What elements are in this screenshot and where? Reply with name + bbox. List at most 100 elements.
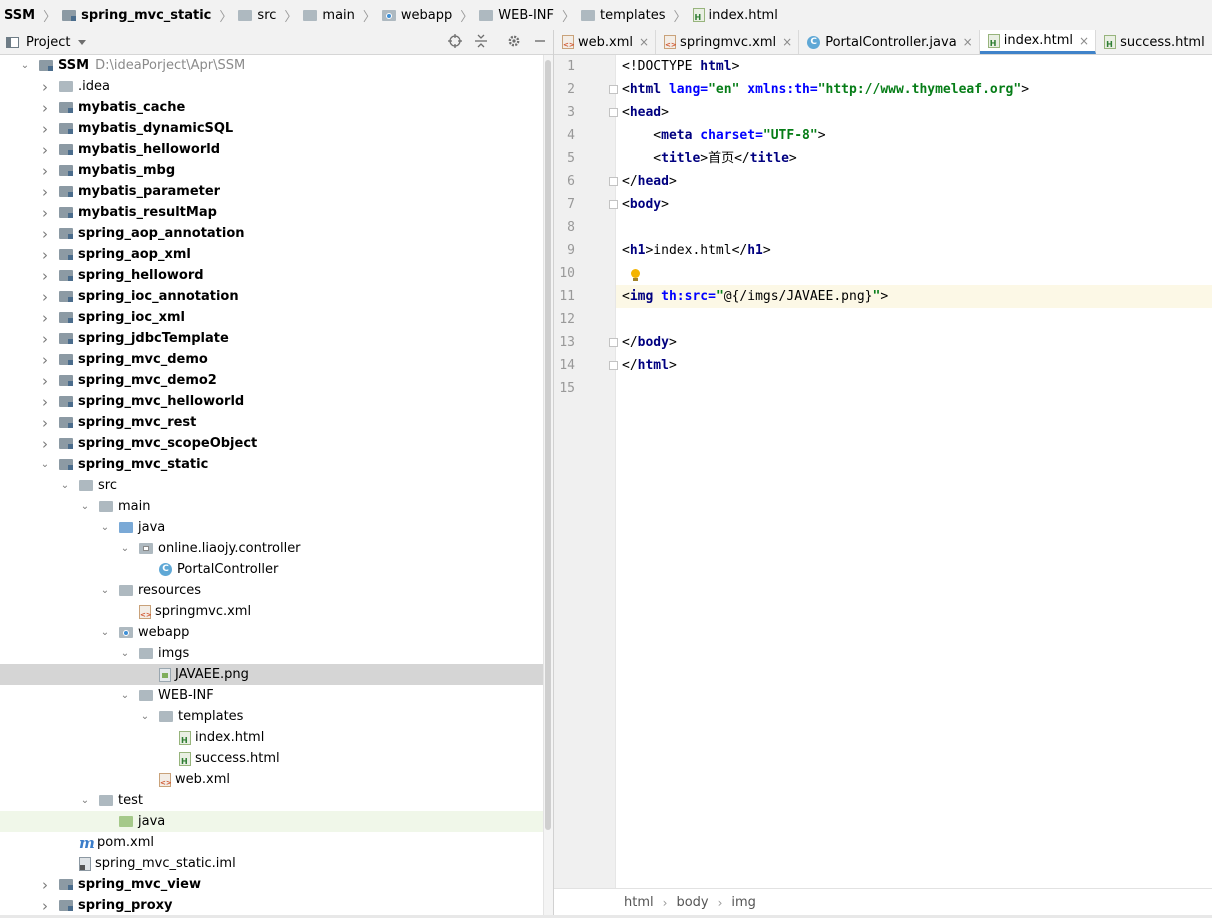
locate-icon[interactable] [447, 33, 463, 49]
chevron-down-icon[interactable]: ⌄ [120, 543, 130, 554]
chevron-down-icon[interactable]: ⌄ [100, 522, 110, 533]
breadcrumb-item[interactable]: webapp [378, 0, 456, 30]
tree-item[interactable]: › spring_mvc_rest [0, 412, 543, 433]
chevron-right-icon[interactable]: › [40, 225, 50, 243]
tree-item[interactable]: › spring_ioc_annotation [0, 286, 543, 307]
chevron-down-icon[interactable]: ⌄ [60, 480, 70, 491]
breadcrumb-item[interactable]: main [299, 0, 358, 30]
tree-item[interactable]: m pom.xml [0, 832, 543, 853]
tree-scrollbar-thumb[interactable] [545, 60, 551, 830]
tree-item[interactable]: index.html [0, 727, 543, 748]
fold-marker-icon[interactable] [609, 177, 618, 186]
breadcrumb-item[interactable]: src [234, 0, 280, 30]
project-tree[interactable]: ⌄ SSM D:\ideaPorject\Apr\SSM › .idea › mybatis… [0, 55, 543, 918]
tree-item[interactable]: › spring_mvc_scopeObject [0, 433, 543, 454]
editor-tab[interactable]: web.xml × [554, 30, 657, 54]
tree-item[interactable]: › mybatis_parameter [0, 181, 543, 202]
chevron-down-icon[interactable]: ⌄ [120, 690, 130, 701]
breadcrumb-item[interactable]: templates [577, 0, 669, 30]
tree-item[interactable]: springmvc.xml [0, 601, 543, 622]
project-view-selector[interactable]: Project [6, 35, 87, 50]
status-breadcrumb-item[interactable]: body [676, 895, 708, 910]
chevron-right-icon[interactable]: › [40, 246, 50, 264]
chevron-down-icon[interactable]: ⌄ [40, 459, 50, 470]
tree-item[interactable]: › mybatis_resultMap [0, 202, 543, 223]
chevron-right-icon[interactable]: › [40, 351, 50, 369]
chevron-right-icon[interactable]: › [40, 372, 50, 390]
tree-item[interactable]: spring_mvc_static.iml [0, 853, 543, 874]
breadcrumb-item[interactable]: spring_mvc_static [58, 0, 215, 30]
chevron-right-icon[interactable]: › [40, 99, 50, 117]
tree-item[interactable]: web.xml [0, 769, 543, 790]
tree-item[interactable]: ⌄ spring_mvc_static [0, 454, 543, 475]
tree-item[interactable]: ⌄ online.liaojy.controller [0, 538, 543, 559]
chevron-right-icon[interactable]: › [40, 435, 50, 453]
tree-item[interactable]: ⌄ main [0, 496, 543, 517]
fold-marker-icon[interactable] [609, 338, 618, 347]
chevron-right-icon[interactable]: › [40, 309, 50, 327]
editor-tab[interactable]: springmvc.xml × [656, 30, 800, 54]
editor-tab[interactable]: success.html× [1096, 30, 1212, 54]
tree-item[interactable]: ⌄ java [0, 517, 543, 538]
gear-icon[interactable] [506, 33, 522, 49]
chevron-right-icon[interactable]: › [40, 267, 50, 285]
editor-tab[interactable]: index.html × [979, 30, 1097, 54]
tree-item[interactable]: › spring_mvc_demo [0, 349, 543, 370]
chevron-right-icon[interactable]: › [40, 288, 50, 306]
tree-item[interactable]: JAVAEE.png [0, 664, 543, 685]
tree-item[interactable]: › spring_mvc_helloworld [0, 391, 543, 412]
breadcrumb-item[interactable]: SSM [0, 0, 39, 30]
tree-item[interactable]: › spring_mvc_demo2 [0, 370, 543, 391]
breadcrumb-item[interactable]: index.html [689, 0, 782, 30]
tree-item[interactable]: › mybatis_helloworld [0, 139, 543, 160]
chevron-right-icon[interactable]: › [40, 876, 50, 894]
breadcrumb-item[interactable]: WEB-INF [475, 0, 558, 30]
chevron-right-icon[interactable]: › [40, 204, 50, 222]
tree-item[interactable]: › spring_aop_xml [0, 244, 543, 265]
collapse-all-icon[interactable] [473, 33, 489, 49]
chevron-right-icon[interactable]: › [40, 330, 50, 348]
tree-item[interactable]: ⌄ SSM D:\ideaPorject\Apr\SSM [0, 55, 543, 76]
tree-item[interactable]: › mybatis_mbg [0, 160, 543, 181]
chevron-right-icon[interactable]: › [40, 414, 50, 432]
tree-item[interactable]: ⌄ src [0, 475, 543, 496]
chevron-down-icon[interactable]: ⌄ [100, 585, 110, 596]
chevron-right-icon[interactable]: › [40, 162, 50, 180]
status-breadcrumb-item[interactable]: img [731, 895, 756, 910]
tree-item[interactable]: java [0, 811, 543, 832]
intention-bulb-icon[interactable] [630, 269, 641, 283]
chevron-right-icon[interactable]: › [40, 897, 50, 915]
tree-item[interactable]: ⌄ imgs [0, 643, 543, 664]
tree-item[interactable]: › spring_mvc_view [0, 874, 543, 895]
chevron-right-icon[interactable]: › [40, 120, 50, 138]
status-breadcrumb-item[interactable]: html [624, 895, 654, 910]
chevron-right-icon[interactable]: › [40, 141, 50, 159]
tree-item[interactable]: › mybatis_dynamicSQL [0, 118, 543, 139]
tree-item[interactable]: ⌄ resources [0, 580, 543, 601]
chevron-down-icon[interactable]: ⌄ [80, 501, 90, 512]
tree-item[interactable]: ⌄ webapp [0, 622, 543, 643]
tree-item[interactable]: success.html [0, 748, 543, 769]
fold-marker-icon[interactable] [609, 200, 618, 209]
tree-item[interactable]: › spring_ioc_xml [0, 307, 543, 328]
close-icon[interactable]: × [1079, 34, 1089, 48]
chevron-down-icon[interactable]: ⌄ [20, 60, 30, 71]
tree-item[interactable]: C PortalController [0, 559, 543, 580]
tree-item[interactable]: ⌄ test [0, 790, 543, 811]
chevron-right-icon[interactable]: › [40, 393, 50, 411]
chevron-right-icon[interactable]: › [40, 183, 50, 201]
minimize-icon[interactable] [532, 33, 548, 49]
editor-tab[interactable]: C PortalController.java × [799, 30, 980, 54]
chevron-down-icon[interactable]: ⌄ [120, 648, 130, 659]
tree-item[interactable]: › spring_jdbcTemplate [0, 328, 543, 349]
fold-marker-icon[interactable] [609, 108, 618, 117]
chevron-down-icon[interactable]: ⌄ [100, 627, 110, 638]
tree-item[interactable]: ⌄ templates [0, 706, 543, 727]
close-icon[interactable]: × [639, 35, 649, 49]
tree-item[interactable]: › spring_helloword [0, 265, 543, 286]
close-icon[interactable]: × [963, 35, 973, 49]
chevron-right-icon[interactable]: › [40, 78, 50, 96]
tree-item[interactable]: › spring_aop_annotation [0, 223, 543, 244]
tree-item[interactable]: › .idea [0, 76, 543, 97]
close-icon[interactable]: × [782, 35, 792, 49]
